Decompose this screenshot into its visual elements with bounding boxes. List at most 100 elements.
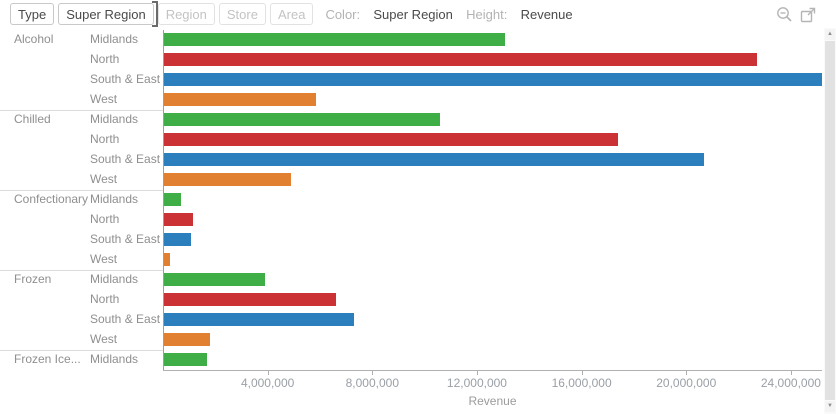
bar-row: West bbox=[0, 330, 822, 350]
x-axis-title: Revenue bbox=[468, 394, 517, 408]
bar-track bbox=[163, 150, 822, 170]
bar-track bbox=[163, 250, 822, 270]
bar-frozen-west[interactable] bbox=[164, 333, 210, 346]
bar-track bbox=[163, 90, 822, 110]
level-button-super-region[interactable]: Super Region bbox=[58, 1, 158, 27]
bar-row: North bbox=[0, 210, 822, 230]
bar-row: South & East bbox=[0, 150, 822, 170]
bar-frozen-north[interactable] bbox=[164, 293, 336, 306]
bar-row: West bbox=[0, 170, 822, 190]
bar-frozen-ice--midlands[interactable] bbox=[164, 353, 208, 366]
height-value: Revenue bbox=[520, 6, 573, 22]
color-value: Super Region bbox=[373, 6, 453, 22]
bar-row: Frozen Midlands bbox=[0, 270, 822, 290]
bar-track bbox=[163, 30, 822, 50]
bar-alcohol-south-east[interactable] bbox=[164, 73, 822, 86]
bar-track bbox=[163, 190, 822, 210]
x-axis-tick-label: 12,000,000 bbox=[446, 376, 507, 390]
x-axis-tick bbox=[581, 371, 583, 375]
x-axis-tick bbox=[372, 371, 374, 375]
level-buttons: Type Super Region Region Store Area bbox=[10, 1, 317, 27]
bar-track bbox=[163, 110, 822, 130]
x-axis-tick-label: 4,000,000 bbox=[240, 376, 295, 390]
bar-track bbox=[163, 210, 822, 230]
category-label: Frozen bbox=[14, 272, 52, 286]
bar-row: South & East bbox=[0, 230, 822, 250]
drill-level-toolbar: Type Super Region Region Store Area Color: S… bbox=[0, 0, 822, 28]
x-axis-tick-label: 8,000,000 bbox=[345, 376, 399, 390]
color-label: Color: bbox=[325, 6, 361, 22]
bar-chilled-west[interactable] bbox=[164, 173, 291, 186]
region-label: West bbox=[90, 252, 118, 266]
x-axis-tick-label: 16,000,000 bbox=[551, 376, 612, 390]
region-label: Midlands bbox=[90, 272, 139, 286]
bar-track bbox=[163, 230, 822, 250]
bar-row: Confectionary Midlands bbox=[0, 190, 822, 210]
region-label: Midlands bbox=[90, 352, 139, 366]
category-group: Frozen Midlands North South & East West bbox=[0, 270, 822, 350]
bar-row: West bbox=[0, 250, 822, 270]
bar-track bbox=[163, 330, 822, 350]
bar-chart: Alcohol Midlands North South & East West Chil… bbox=[0, 30, 822, 370]
x-axis-line bbox=[163, 370, 822, 371]
active-level-bracket bbox=[151, 1, 158, 27]
bar-confectionary-west[interactable] bbox=[164, 253, 170, 266]
x-axis-tick bbox=[790, 371, 792, 375]
scrollbar-thumb[interactable] bbox=[825, 41, 835, 400]
bar-confectionary-midlands[interactable] bbox=[164, 193, 181, 206]
encoding-legend: Color: Super Region Height: Revenue bbox=[325, 7, 572, 22]
bar-track bbox=[163, 130, 822, 150]
export-icon[interactable] bbox=[800, 6, 816, 23]
bar-chilled-south-east[interactable] bbox=[164, 153, 705, 166]
region-label: North bbox=[90, 52, 120, 66]
bar-alcohol-west[interactable] bbox=[164, 93, 316, 106]
level-button-type[interactable]: Type bbox=[10, 3, 55, 25]
bar-row: North bbox=[0, 50, 822, 70]
vertical-scrollbar[interactable]: ▲ ▼ bbox=[824, 28, 836, 414]
bar-row: Frozen Ice... Midlands bbox=[0, 350, 822, 370]
bar-alcohol-midlands[interactable] bbox=[164, 33, 506, 46]
x-axis-tick bbox=[686, 371, 688, 375]
region-label: South & East bbox=[90, 72, 161, 86]
region-label: South & East bbox=[90, 312, 161, 326]
bar-chilled-north[interactable] bbox=[164, 133, 618, 146]
bar-alcohol-north[interactable] bbox=[164, 53, 757, 66]
bar-track bbox=[163, 310, 822, 330]
bar-frozen-south-east[interactable] bbox=[164, 313, 355, 326]
x-axis-tick-label: 20,000,000 bbox=[656, 376, 717, 390]
region-label: West bbox=[90, 172, 118, 186]
region-label: North bbox=[90, 132, 120, 146]
bar-frozen-midlands[interactable] bbox=[164, 273, 266, 286]
scroll-down-icon[interactable]: ▼ bbox=[825, 401, 835, 412]
height-label: Height: bbox=[466, 6, 508, 22]
bar-track bbox=[163, 170, 822, 190]
bar-row: West bbox=[0, 90, 822, 110]
region-label: North bbox=[90, 292, 120, 306]
bar-confectionary-north[interactable] bbox=[164, 213, 193, 226]
bar-row: Alcohol Midlands bbox=[0, 30, 822, 50]
bar-track bbox=[163, 270, 822, 290]
region-label: South & East bbox=[90, 232, 161, 246]
region-label: South & East bbox=[90, 152, 161, 166]
category-group: Chilled Midlands North South & East West bbox=[0, 110, 822, 190]
category-group: Confectionary Midlands North South & East We… bbox=[0, 190, 822, 270]
region-label: Midlands bbox=[90, 32, 139, 46]
scroll-up-icon[interactable]: ▲ bbox=[825, 29, 835, 40]
zoom-out-icon[interactable] bbox=[776, 6, 793, 23]
category-group: Frozen Ice... Midlands bbox=[0, 350, 822, 370]
region-label: North bbox=[90, 212, 120, 226]
bar-row: South & East bbox=[0, 70, 822, 90]
x-axis-tick bbox=[267, 371, 269, 375]
bar-chilled-midlands[interactable] bbox=[164, 113, 441, 126]
category-group: Alcohol Midlands North South & East West bbox=[0, 30, 822, 110]
category-label: Chilled bbox=[14, 112, 51, 126]
bar-track bbox=[163, 50, 822, 70]
x-axis-tick bbox=[476, 371, 478, 375]
level-button-region: Region bbox=[157, 3, 215, 25]
bar-track bbox=[163, 70, 822, 90]
category-label: Frozen Ice... bbox=[14, 352, 81, 366]
x-axis-tick-label: 24,000,000 bbox=[760, 376, 821, 390]
bar-row: South & East bbox=[0, 310, 822, 330]
region-label: West bbox=[90, 332, 118, 346]
bar-confectionary-south-east[interactable] bbox=[164, 233, 192, 246]
